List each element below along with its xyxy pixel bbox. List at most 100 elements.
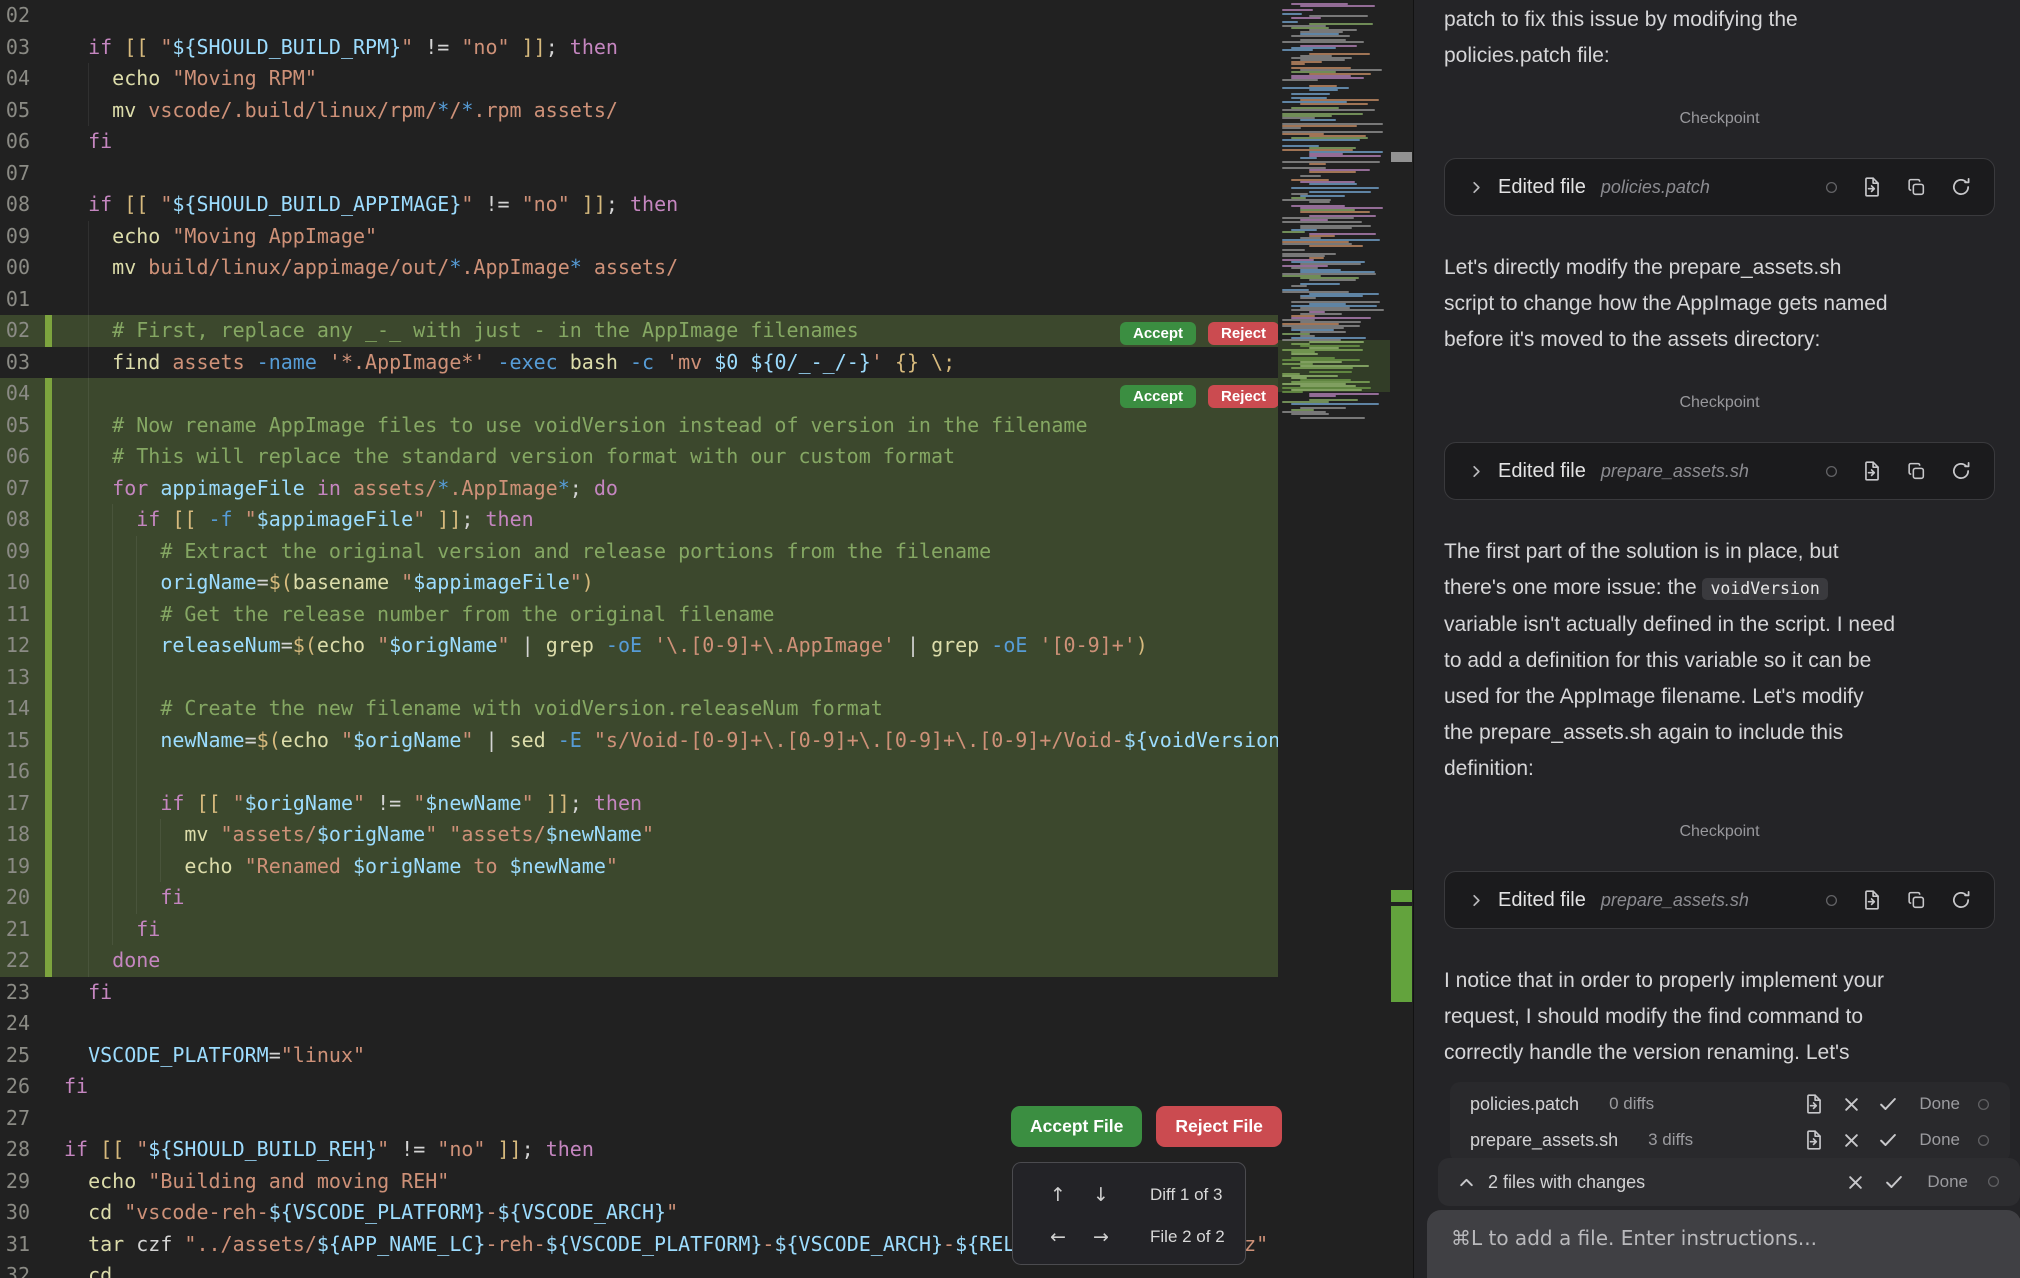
code-line[interactable]: 26fi (0, 1071, 1278, 1103)
accept-hunk-button[interactable]: Accept (1120, 322, 1196, 345)
scrollbar[interactable] (1390, 0, 1413, 1278)
retry-icon[interactable] (1950, 460, 1972, 482)
reject-hunk-button[interactable]: Reject (1208, 385, 1278, 408)
copy-icon[interactable] (1906, 461, 1927, 482)
accept-file-button[interactable]: Accept File (1011, 1106, 1142, 1147)
line-number: 20 (0, 882, 30, 914)
changed-file-row[interactable]: policies.patch0 diffsDone (1470, 1086, 1990, 1122)
code-line[interactable]: 06# This will replace the standard versi… (0, 441, 1278, 473)
edited-file-card[interactable]: Edited filepolicies.patch (1444, 158, 1995, 216)
edited-file-card[interactable]: Edited fileprepare_assets.sh (1444, 871, 1995, 929)
accept-all-icon[interactable] (1884, 1172, 1904, 1192)
code-line[interactable]: 17if [[ "$origName" != "$newName" ]]; th… (0, 788, 1278, 820)
changed-file-row[interactable]: prepare_assets.sh3 diffsDone (1470, 1122, 1990, 1158)
open-file-icon[interactable] (1861, 460, 1883, 482)
chevron-right-icon[interactable] (1469, 464, 1484, 479)
checkpoint-label[interactable]: Checkpoint (1444, 823, 1995, 841)
code-line[interactable]: 07 (0, 158, 1278, 190)
reject-all-icon[interactable] (1842, 1131, 1861, 1150)
minimap[interactable] (1278, 0, 1390, 1278)
next-file-icon[interactable]: → (1089, 1226, 1113, 1248)
prev-file-icon[interactable]: ← (1046, 1226, 1070, 1248)
indent-guide (112, 851, 113, 883)
line-number: 11 (0, 599, 30, 631)
accept-all-icon[interactable] (1878, 1130, 1898, 1150)
line-number: 19 (0, 851, 30, 883)
indent-guide (136, 567, 137, 599)
code-line[interactable]: 08if [[ "${SHOULD_BUILD_APPIMAGE}" != "n… (0, 189, 1278, 221)
code-line[interactable]: 01 (0, 284, 1278, 316)
code-text: echo "Renamed $origName to $newName" (184, 851, 618, 883)
reject-file-button[interactable]: Reject File (1156, 1106, 1282, 1147)
code-line[interactable]: 00mv build/linux/appimage/out/*.AppImage… (0, 252, 1278, 284)
code-line[interactable]: 14# Create the new filename with voidVer… (0, 693, 1278, 725)
indent-guide (112, 599, 113, 631)
indent-guide (88, 630, 89, 662)
copy-icon[interactable] (1906, 177, 1927, 198)
code-line[interactable]: 09echo "Moving AppImage" (0, 221, 1278, 253)
checkpoint-label[interactable]: Checkpoint (1444, 394, 1995, 412)
open-file-icon[interactable] (1861, 176, 1883, 198)
reject-all-icon[interactable] (1846, 1173, 1865, 1192)
open-file-icon[interactable] (1803, 1093, 1825, 1115)
code-line[interactable]: 16 (0, 756, 1278, 788)
code-line[interactable]: 03if [[ "${SHOULD_BUILD_RPM}" != "no" ]]… (0, 32, 1278, 64)
indent-guide (112, 536, 113, 568)
inline-code: voidVersion (1702, 578, 1827, 600)
copy-icon[interactable] (1906, 890, 1927, 911)
code-line[interactable]: 24 (0, 1008, 1278, 1040)
chat-composer[interactable] (1427, 1210, 2020, 1278)
code-line[interactable]: 12releaseNum=$(echo "$origName" | grep -… (0, 630, 1278, 662)
line-number: 29 (0, 1166, 30, 1198)
open-file-icon[interactable] (1803, 1129, 1825, 1151)
indent-guide (112, 788, 113, 820)
code-line[interactable]: 21fi (0, 914, 1278, 946)
code-line[interactable]: 08if [[ -f "$appimageFile" ]]; then (0, 504, 1278, 536)
code-text: find assets -name '*.AppImage*' -exec ba… (112, 347, 955, 379)
code-line[interactable]: 09# Extract the original version and rel… (0, 536, 1278, 568)
accept-hunk-button[interactable]: Accept (1120, 385, 1196, 408)
code-line[interactable]: 03find assets -name '*.AppImage*' -exec … (0, 347, 1278, 379)
code-line[interactable]: 18mv "assets/$origName" "assets/$newName… (0, 819, 1278, 851)
card-filename: prepare_assets.sh (1601, 461, 1749, 482)
code-line[interactable]: 04echo "Moving RPM" (0, 63, 1278, 95)
reject-all-icon[interactable] (1842, 1095, 1861, 1114)
files-summary-bar[interactable]: 2 files with changes Done (1438, 1158, 2020, 1206)
indent-guide (112, 882, 113, 914)
code-line[interactable]: 05# Now rename AppImage files to use voi… (0, 410, 1278, 442)
accept-all-icon[interactable] (1878, 1094, 1898, 1114)
code-line[interactable]: 22done (0, 945, 1278, 977)
done-button[interactable]: Done (1919, 1130, 1960, 1150)
done-button[interactable]: Done (1927, 1172, 1968, 1192)
code-line[interactable]: 07for appimageFile in assets/*.AppImage*… (0, 473, 1278, 505)
code-line[interactable]: 02# First, replace any _-_ with just - i… (0, 315, 1278, 347)
code-line[interactable]: 23fi (0, 977, 1278, 1009)
indent-guide (112, 504, 113, 536)
code-line[interactable]: 19 echo "Renamed $origName to $newName" (0, 851, 1278, 883)
checkpoint-label[interactable]: Checkpoint (1444, 110, 1995, 128)
edited-file-card[interactable]: Edited fileprepare_assets.sh (1444, 442, 1995, 500)
chevron-up-icon[interactable] (1458, 1174, 1475, 1191)
done-button[interactable]: Done (1919, 1094, 1960, 1114)
scrollbar-slider[interactable] (1391, 152, 1412, 162)
code-line[interactable]: 13 (0, 662, 1278, 694)
reject-hunk-button[interactable]: Reject (1208, 322, 1278, 345)
code-line[interactable]: 06fi (0, 126, 1278, 158)
editor-pane[interactable]: 0203if [[ "${SHOULD_BUILD_RPM}" != "no" … (0, 0, 1278, 1278)
code-line[interactable]: 02 (0, 0, 1278, 32)
chat-input[interactable] (1451, 1226, 1997, 1250)
retry-icon[interactable] (1950, 176, 1972, 198)
open-file-icon[interactable] (1861, 889, 1883, 911)
code-line[interactable]: 15newName=$(echo "$origName" | sed -E "s… (0, 725, 1278, 757)
prev-diff-icon[interactable]: ↑ (1046, 1184, 1070, 1206)
code-line[interactable]: 11# Get the release number from the orig… (0, 599, 1278, 631)
chevron-right-icon[interactable] (1469, 180, 1484, 195)
chevron-right-icon[interactable] (1469, 893, 1484, 908)
code-line[interactable]: 05mv vscode/.build/linux/rpm/*/*.rpm ass… (0, 95, 1278, 127)
code-line[interactable]: 04 (0, 378, 1278, 410)
retry-icon[interactable] (1950, 889, 1972, 911)
code-line[interactable]: 20fi (0, 882, 1278, 914)
code-line[interactable]: 10origName=$(basename "$appimageFile") (0, 567, 1278, 599)
code-line[interactable]: 25VSCODE_PLATFORM="linux" (0, 1040, 1278, 1072)
next-diff-icon[interactable]: ↓ (1089, 1184, 1113, 1206)
